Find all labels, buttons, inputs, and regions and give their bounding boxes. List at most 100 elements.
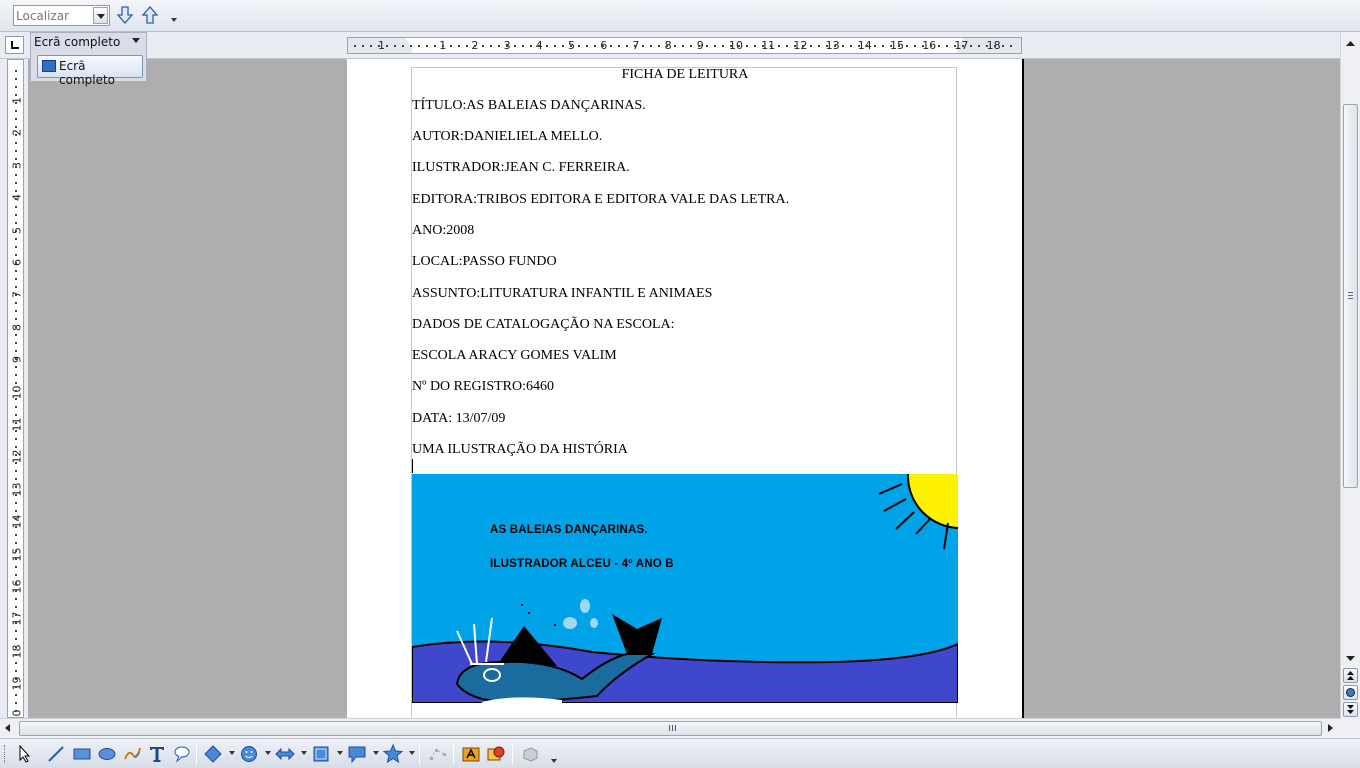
ruler-label: 3 bbox=[10, 161, 24, 169]
toolbar-overflow-icon[interactable] bbox=[170, 14, 178, 26]
basic-shapes-icon[interactable] bbox=[202, 743, 224, 765]
block-arrows-icon[interactable] bbox=[274, 743, 296, 765]
ruler-tick bbox=[794, 45, 796, 47]
ruler-tick bbox=[410, 45, 412, 47]
grip-line bbox=[669, 725, 670, 731]
illustration-drawing bbox=[412, 474, 958, 703]
ruler-tick bbox=[15, 606, 17, 608]
ruler-tick bbox=[15, 534, 17, 536]
ruler-tick bbox=[778, 45, 780, 47]
doc-line-illustration-caption[interactable]: UMA ILUSTRAÇÃO DA HISTÓRIA bbox=[412, 442, 628, 458]
callout-icon[interactable] bbox=[171, 743, 193, 765]
doc-line-subject[interactable]: ASSUNTO:LITURATURA INFANTIL E ANIMAES bbox=[412, 286, 712, 302]
ruler-tick bbox=[514, 45, 516, 47]
search-input[interactable] bbox=[16, 8, 94, 23]
chevron-down-icon[interactable] bbox=[373, 751, 379, 755]
scrollbar-corner bbox=[1340, 718, 1360, 738]
ruler-tick bbox=[690, 45, 692, 47]
doc-line-school[interactable]: ESCOLA ARACY GOMES VALIM bbox=[412, 348, 617, 364]
ruler-tick bbox=[658, 45, 660, 47]
ruler-tick bbox=[906, 45, 908, 47]
previous-page-button[interactable] bbox=[1343, 668, 1358, 683]
ruler-tick bbox=[15, 630, 17, 632]
doc-line-illustrator[interactable]: ILUSTRADOR:JEAN C. FERREIRA. bbox=[412, 160, 630, 176]
chevron-down-icon[interactable] bbox=[337, 751, 343, 755]
scroll-down-icon[interactable] bbox=[1343, 651, 1358, 666]
tab-stop-type-button[interactable] bbox=[5, 36, 24, 54]
chevron-down-icon[interactable] bbox=[132, 38, 140, 43]
chevron-down-icon[interactable] bbox=[229, 751, 235, 755]
document-area[interactable]: FICHA DE LEITURA TÍTULO:AS BALEIAS DANÇA… bbox=[28, 59, 1340, 718]
ruler-tick bbox=[15, 574, 17, 576]
select-icon[interactable] bbox=[13, 743, 35, 765]
horizontal-ruler[interactable]: 1123456789101112131415161718 bbox=[347, 37, 1022, 54]
flowchart-icon[interactable] bbox=[310, 743, 332, 765]
ruler-tick bbox=[15, 694, 17, 696]
vertical-ruler[interactable]: 1 2 3 4 5 6 7 8 9 10 11 12 13 14 15 16 17 18 19 20 bbox=[7, 59, 24, 718]
chevron-down-icon[interactable] bbox=[409, 751, 415, 755]
find-next-button[interactable] bbox=[114, 4, 136, 26]
ruler-tick bbox=[954, 45, 956, 47]
ruler-tick bbox=[15, 614, 17, 616]
fullscreen-toolbar-title[interactable]: Ecrã completo bbox=[34, 35, 120, 49]
ruler-tick bbox=[15, 358, 17, 360]
document-heading[interactable]: FICHA DE LEITURA bbox=[412, 67, 958, 83]
ellipse-icon[interactable] bbox=[96, 743, 118, 765]
ruler-tick bbox=[474, 45, 476, 47]
chevron-down-icon[interactable] bbox=[265, 751, 271, 755]
fontwork-icon[interactable] bbox=[460, 743, 482, 765]
ruler-label: 9 bbox=[10, 356, 24, 364]
scroll-up-icon[interactable] bbox=[1343, 36, 1358, 51]
ruler-tick bbox=[386, 45, 388, 47]
ruler-tick bbox=[15, 134, 17, 136]
fullscreen-button[interactable]: Ecrã completo bbox=[37, 55, 143, 87]
ruler-tick bbox=[15, 142, 17, 144]
ruler-tick bbox=[15, 318, 17, 320]
symbol-shapes-icon[interactable] bbox=[238, 743, 260, 765]
doc-line-year[interactable]: ANO:2008 bbox=[412, 223, 474, 239]
navigation-button[interactable] bbox=[1343, 685, 1358, 700]
vertical-scrollbar[interactable] bbox=[1340, 32, 1360, 718]
toolbar-overflow-icon[interactable] bbox=[550, 755, 558, 767]
from-file-icon[interactable] bbox=[485, 743, 507, 765]
doc-line-author[interactable]: AUTOR:DANIELIELA MELLO. bbox=[412, 129, 602, 145]
line-icon[interactable] bbox=[45, 743, 67, 765]
find-previous-button[interactable] bbox=[139, 4, 161, 26]
ruler-tick bbox=[746, 45, 748, 47]
ruler-tick bbox=[394, 45, 396, 47]
document-page[interactable]: FICHA DE LEITURA TÍTULO:AS BALEIAS DANÇA… bbox=[347, 59, 1024, 718]
stars-icon[interactable] bbox=[382, 743, 404, 765]
callouts-icon[interactable] bbox=[346, 743, 368, 765]
find-combo[interactable] bbox=[13, 5, 110, 26]
vertical-scroll-thumb[interactable] bbox=[1343, 104, 1358, 488]
find-dropdown-button[interactable] bbox=[93, 7, 108, 24]
next-page-button[interactable] bbox=[1343, 702, 1358, 717]
horizontal-scroll-thumb[interactable] bbox=[19, 721, 1322, 736]
points-icon[interactable] bbox=[427, 743, 449, 765]
ruler-label: 20 bbox=[10, 709, 24, 718]
doc-line-catalog[interactable]: DADOS DE CATALOGAÇÃO NA ESCOLA: bbox=[412, 317, 675, 333]
find-toolbar bbox=[0, 0, 1360, 32]
freeform-icon[interactable] bbox=[121, 743, 143, 765]
ruler-tick bbox=[882, 45, 884, 47]
ruler-tick bbox=[786, 45, 788, 47]
doc-line-registry[interactable]: Nº DO REGISTRO:6460 bbox=[412, 379, 554, 395]
drawing-toolbar bbox=[0, 738, 1360, 768]
ruler-tick bbox=[15, 542, 17, 544]
grip-line bbox=[1348, 298, 1353, 299]
rectangle-icon[interactable] bbox=[71, 743, 93, 765]
chevron-down-icon[interactable] bbox=[301, 751, 307, 755]
story-illustration[interactable]: AS BALEIAS DANÇARINAS. ILUSTRADOR ALCEU … bbox=[412, 474, 958, 703]
doc-line-location[interactable]: LOCAL:PASSO FUNDO bbox=[412, 254, 557, 270]
toolbar-handle[interactable] bbox=[4, 745, 7, 763]
scroll-left-icon[interactable] bbox=[5, 724, 10, 732]
doc-line-title[interactable]: TÍTULO:AS BALEIAS DANÇARINAS. bbox=[412, 98, 646, 114]
extrusion-icon[interactable] bbox=[519, 743, 541, 765]
doc-line-publisher[interactable]: EDITORA:TRIBOS EDITORA E EDITORA VALE DA… bbox=[412, 192, 789, 208]
doc-line-date[interactable]: DATA: 13/07/09 bbox=[412, 411, 505, 427]
scroll-right-icon[interactable] bbox=[1328, 724, 1333, 732]
ruler-tick bbox=[15, 702, 17, 704]
ruler-tick bbox=[538, 45, 540, 47]
horizontal-scrollbar[interactable] bbox=[0, 718, 1340, 738]
text-icon[interactable] bbox=[146, 743, 168, 765]
